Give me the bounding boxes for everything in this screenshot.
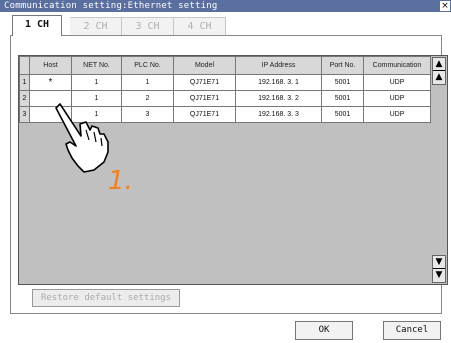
scroll-down-button[interactable]: ▼ ▼ [432, 255, 446, 283]
column-header-model: Model [173, 56, 236, 75]
title-bar: Communication setting:Ethernet setting × [0, 0, 451, 12]
column-header-ip-address: IP Address [235, 56, 322, 75]
communication-cell[interactable]: UDP [363, 90, 431, 107]
step-callout: 1. [108, 166, 133, 196]
ip-address-cell[interactable]: 192.168. 3. 1 [235, 74, 322, 91]
scroll-to-top-icon: ▲ [433, 58, 445, 71]
communication-cell[interactable]: UDP [363, 74, 431, 91]
column-header-communication: Communication [363, 56, 431, 75]
net-no-cell[interactable]: 1 [71, 74, 122, 91]
cancel-button[interactable]: Cancel [383, 321, 441, 340]
scroll-up-button[interactable]: ▲ ▲ [432, 57, 446, 85]
tab-4-ch[interactable]: 4 CH [174, 17, 226, 35]
column-header-rownum [19, 56, 30, 75]
host-cell[interactable]: * [29, 74, 72, 91]
window-title: Communication setting:Ethernet setting [4, 1, 218, 11]
ip-address-cell[interactable]: 192.168. 3. 3 [235, 106, 322, 123]
arrow-up-icon: ▲ [435, 72, 443, 82]
arrow-down-icon: ▼ [433, 256, 445, 269]
table-row[interactable]: 1 * 1 1 QJ71E71 192.168. 3. 1 5001 UDP [19, 74, 431, 91]
model-cell[interactable]: QJ71E71 [173, 106, 236, 123]
port-no-cell[interactable]: 5001 [321, 106, 364, 123]
row-number: 2 [19, 90, 30, 107]
communication-cell[interactable]: UDP [363, 106, 431, 123]
tab-2-ch[interactable]: 2 CH [70, 17, 122, 35]
plc-no-cell[interactable]: 3 [121, 106, 174, 123]
plc-no-cell[interactable]: 2 [121, 90, 174, 107]
restore-default-settings-button[interactable]: Restore default settings [32, 289, 180, 307]
row-number: 3 [19, 106, 30, 123]
table-header-row: Host NET No. PLC No. Model IP Address Po… [19, 56, 431, 75]
row-number: 1 [19, 74, 30, 91]
scroll-to-bottom-icon: ▼ [435, 270, 443, 280]
column-header-port-no: Port No. [321, 56, 364, 75]
tab-3-ch[interactable]: 3 CH [122, 17, 174, 35]
column-header-net-no: NET No. [71, 56, 122, 75]
tab-1-ch[interactable]: 1 CH [12, 15, 62, 36]
ip-address-cell[interactable]: 192.168. 3. 2 [235, 90, 322, 107]
column-header-host: Host [29, 56, 72, 75]
model-cell[interactable]: QJ71E71 [173, 90, 236, 107]
plc-no-cell[interactable]: 1 [121, 74, 174, 91]
pointing-hand-icon [55, 103, 109, 173]
arrow-up-icon: ▲ [435, 59, 443, 69]
close-button[interactable]: × [439, 0, 451, 12]
ok-button[interactable]: OK [295, 321, 353, 340]
port-no-cell[interactable]: 5001 [321, 74, 364, 91]
port-no-cell[interactable]: 5001 [321, 90, 364, 107]
model-cell[interactable]: QJ71E71 [173, 74, 236, 91]
column-header-plc-no: PLC No. [121, 56, 174, 75]
